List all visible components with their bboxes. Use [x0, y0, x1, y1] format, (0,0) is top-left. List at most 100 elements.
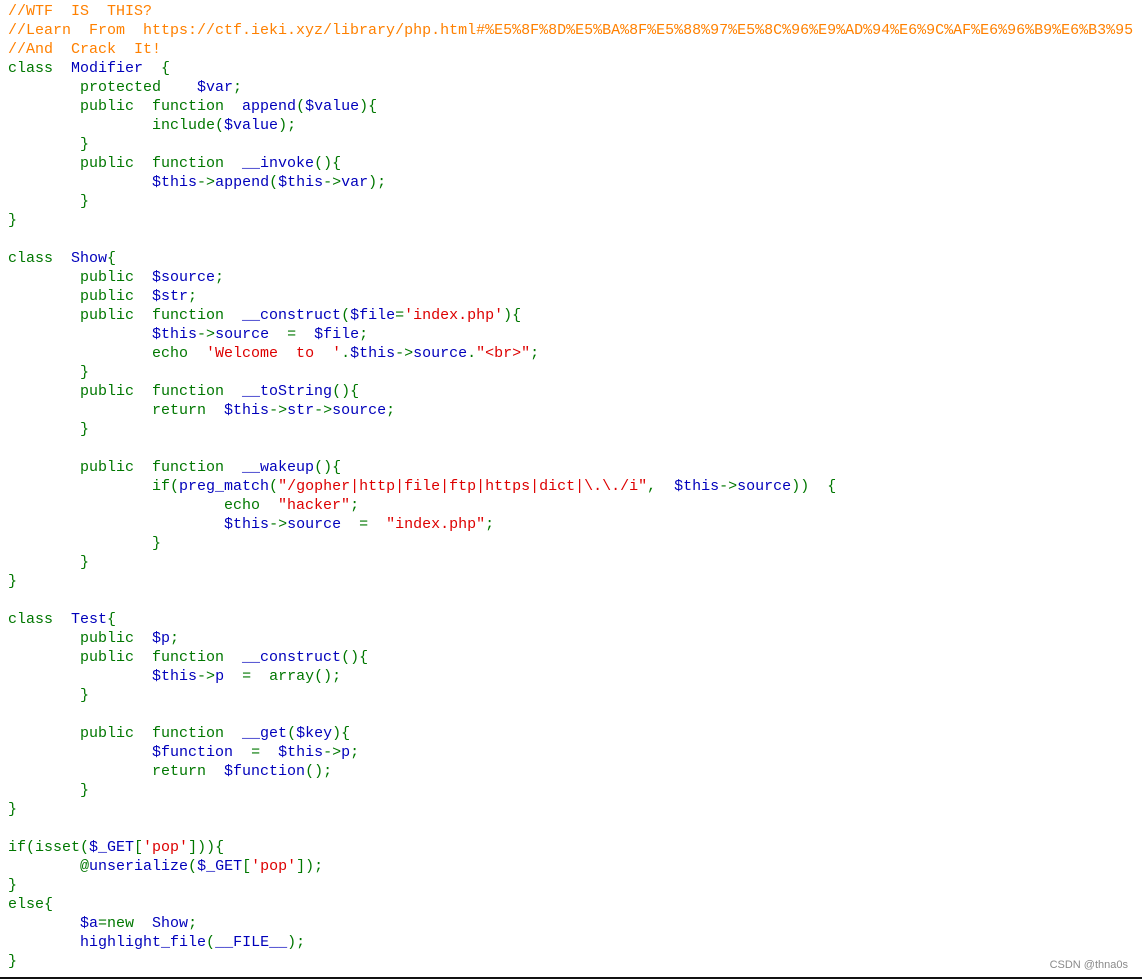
code-token-keyword: . — [341, 345, 351, 362]
code-token-keyword: ; — [530, 345, 540, 362]
code-token-keyword: = — [395, 307, 405, 324]
code-token-keyword: return — [8, 763, 225, 780]
code-token-keyword: ){ — [332, 725, 351, 742]
code-token-keyword: -> — [323, 744, 342, 761]
code-token-default: $source — [152, 269, 216, 286]
code-token-keyword: [ — [134, 839, 144, 856]
code-token-keyword: public function — [8, 98, 243, 115]
code-token-keyword: public function — [8, 725, 243, 742]
code-token-keyword — [8, 934, 80, 951]
code-token-keyword: else{ — [8, 896, 54, 913]
code-token-keyword: ){ — [359, 98, 378, 115]
code-token-keyword: ; — [188, 288, 198, 305]
code-line: else{ — [8, 895, 1133, 914]
code-token-comment: //Learn From https://ctf.ieki.xyz/librar… — [8, 22, 1134, 39]
code-token-default: p — [341, 744, 351, 761]
code-token-keyword — [8, 668, 152, 685]
code-line: $this->source = $file; — [8, 325, 1133, 344]
code-token-keyword: -> — [395, 345, 414, 362]
code-token-keyword: ; — [359, 326, 369, 343]
code-token-keyword: echo — [8, 497, 279, 514]
code-token-keyword: -> — [323, 174, 342, 191]
code-line: } — [8, 952, 1133, 971]
code-token-default: Show — [152, 915, 189, 932]
code-token-string: "/gopher|http|file|ftp|https|dict|\.\./i… — [278, 478, 648, 495]
code-token-default: $str — [152, 288, 189, 305]
code-token-keyword: ; — [386, 402, 396, 419]
code-token-default: $value — [224, 117, 279, 134]
code-line: public function __toString(){ — [8, 382, 1133, 401]
code-token-keyword: echo — [8, 345, 207, 362]
code-token-default: $var — [197, 79, 234, 96]
code-token-default: __FILE__ — [215, 934, 288, 951]
code-token-keyword: } — [8, 193, 90, 210]
code-token-keyword: } — [8, 212, 18, 229]
code-token-keyword — [8, 326, 152, 343]
csdn-watermark: CSDN @thna0s — [1049, 959, 1128, 971]
code-token-default: Test — [71, 611, 108, 628]
code-token-string: "index.php" — [386, 516, 486, 533]
code-line: public function __construct($file='index… — [8, 306, 1133, 325]
code-token-keyword: ( — [341, 307, 351, 324]
code-token-keyword: class — [8, 60, 72, 77]
code-token-keyword: [ — [242, 858, 252, 875]
code-line: public function append($value){ — [8, 97, 1133, 116]
code-token-default: $this — [152, 326, 198, 343]
code-line: class Test{ — [8, 610, 1133, 629]
code-token-keyword — [8, 516, 224, 533]
code-token-keyword: @ — [8, 858, 90, 875]
code-token-default: append — [215, 174, 270, 191]
code-line: @unserialize($_GET['pop']); — [8, 857, 1133, 876]
code-line: return $this->str->source; — [8, 401, 1133, 420]
code-line: } — [8, 686, 1133, 705]
code-token-default: Show — [71, 250, 108, 267]
code-token-keyword: } — [8, 554, 90, 571]
code-token-keyword: -> — [197, 326, 216, 343]
code-token-default: source — [332, 402, 387, 419]
code-token-keyword: ( — [188, 858, 198, 875]
code-token-comment: //And Crack It! — [8, 41, 162, 58]
code-token-keyword: )) { — [791, 478, 837, 495]
code-token-keyword: = — [287, 326, 315, 343]
code-line: } — [8, 363, 1133, 382]
code-token-default: p — [215, 668, 243, 685]
code-token-keyword: ( — [206, 934, 216, 951]
code-token-default: __toString — [242, 383, 333, 400]
code-line: include($value); — [8, 116, 1133, 135]
code-token-keyword: return — [8, 402, 225, 419]
code-token-keyword: ( — [269, 174, 279, 191]
code-line: } — [8, 192, 1133, 211]
code-token-string: 'pop' — [251, 858, 297, 875]
code-token-keyword: ; — [350, 744, 360, 761]
code-token-keyword: ){ — [503, 307, 522, 324]
code-line: public $p; — [8, 629, 1133, 648]
code-token-default: Modifier — [71, 60, 162, 77]
code-token-keyword: ; — [170, 630, 180, 647]
code-token-keyword: class — [8, 611, 72, 628]
code-token-default: $this — [674, 478, 720, 495]
code-token-keyword: ( — [296, 98, 306, 115]
code-line: } — [8, 534, 1133, 553]
code-token-keyword: } — [8, 782, 90, 799]
code-token-keyword: -> — [269, 402, 288, 419]
code-token-keyword: . — [467, 345, 477, 362]
code-token-default: $file — [350, 307, 396, 324]
code-token-keyword: ; — [485, 516, 495, 533]
code-token-default: $value — [305, 98, 360, 115]
code-token-default: $_GET — [197, 858, 243, 875]
code-token-string: "hacker" — [278, 497, 351, 514]
code-token-keyword: } — [8, 687, 90, 704]
code-token-keyword: -> — [197, 174, 216, 191]
code-line: return $function(); — [8, 762, 1133, 781]
code-token-default: unserialize — [89, 858, 189, 875]
code-token-string: 'pop' — [143, 839, 189, 856]
code-token-keyword: -> — [314, 402, 333, 419]
code-line: } — [8, 876, 1133, 895]
code-token-keyword: { — [161, 60, 171, 77]
code-line: protected $var; — [8, 78, 1133, 97]
code-token-keyword: = — [251, 744, 279, 761]
